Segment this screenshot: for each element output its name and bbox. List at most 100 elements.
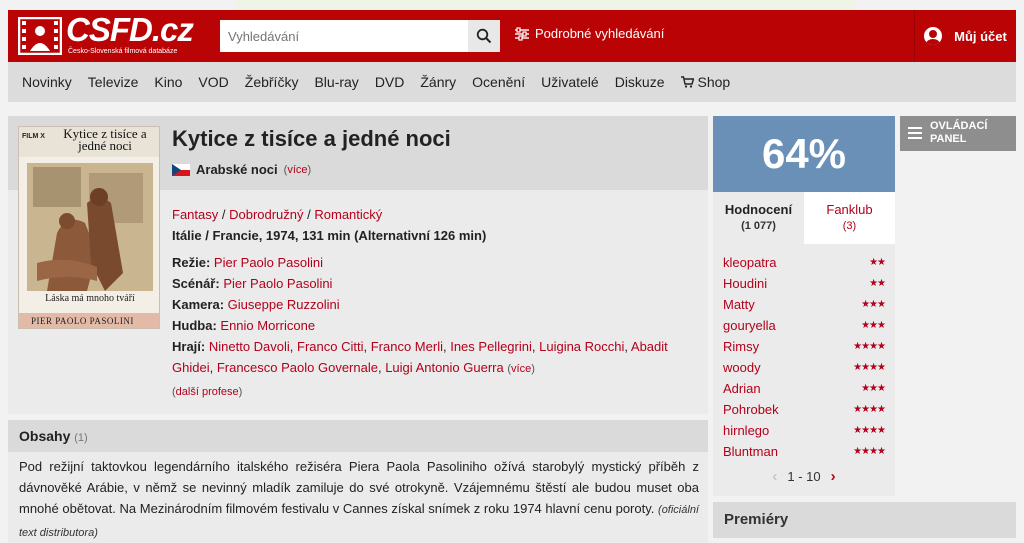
genre-link[interactable]: Dobrodružný [229, 207, 303, 222]
cast-link[interactable]: Luigi Antonio Guerra [385, 360, 504, 375]
nav-item-vod[interactable]: VOD [198, 74, 228, 90]
cast-link[interactable]: Francesco Paolo Governale [217, 360, 378, 375]
user-icon [924, 27, 943, 45]
chevron-left-icon[interactable]: ‹ [772, 468, 777, 485]
crew-music: Hudba: Ennio Morricone [172, 315, 702, 336]
user-rating-name[interactable]: Rimsy [723, 339, 759, 354]
tab-fanclub[interactable]: Fanklub (3) [804, 192, 895, 244]
crew-music-label: Hudba: [172, 318, 217, 333]
nav-item-shop-label: Shop [697, 74, 731, 90]
crew-director-link[interactable]: Pier Paolo Pasolini [214, 255, 323, 270]
poster-image [27, 163, 153, 291]
tab-ratings-count: (1 077) [741, 220, 776, 232]
nav-item-oceneni[interactable]: Ocenění [472, 74, 525, 90]
menu-icon [908, 127, 922, 139]
nav-item-kino[interactable]: Kino [154, 74, 182, 90]
film-genres: Fantasy / Dobrodružný / Romantický [172, 207, 383, 222]
more-professions-link[interactable]: další profese [176, 386, 239, 398]
rating-percent: 64% [713, 116, 895, 192]
user-rating-name[interactable]: Adrian [723, 381, 761, 396]
cast-more-link[interactable]: více [511, 363, 531, 375]
plot-heading: Obsahy (1) [8, 420, 708, 452]
user-rating-name[interactable]: gouryella [723, 318, 776, 333]
search-button[interactable] [468, 20, 500, 52]
star-rating-icon: ★★★ [861, 383, 886, 394]
user-rating-name[interactable]: Bluntman [723, 444, 778, 459]
plot-text: Pod režijní taktovkou legendárního itals… [19, 456, 699, 543]
search-box [220, 20, 500, 52]
alt-title-more-link[interactable]: více [287, 164, 307, 176]
account-button[interactable]: Můj účet [914, 10, 1016, 62]
cast-link[interactable]: Franco Merli [371, 339, 443, 354]
user-rating-name[interactable]: Matty [723, 297, 755, 312]
tab-ratings-label: Hodnocení [724, 202, 793, 217]
star-rating-icon: ★★ [869, 278, 886, 289]
genre-link[interactable]: Romantický [314, 207, 382, 222]
poster-title: Kytice z tisíce a jedné noci [63, 126, 147, 153]
film-detail-box: FILM X Kytice z tisíce a jedné noci Lásk… [8, 116, 708, 414]
user-rating-row: hirnlego ★★★★ [713, 420, 895, 441]
crew-camera-label: Kamera: [172, 297, 225, 312]
crew-director: Režie: Pier Paolo Pasolini [172, 252, 702, 273]
nav-item-bluray[interactable]: Blu-ray [314, 74, 358, 90]
user-rating-row: Pohrobek ★★★★ [713, 399, 895, 420]
nav-item-zebricky[interactable]: Žebříčky [245, 74, 299, 90]
cast-link[interactable]: Franco Citti [297, 339, 363, 354]
cast-link[interactable]: Ines Pellegrini [450, 339, 532, 354]
nav-item-zanry[interactable]: Žánry [420, 74, 456, 90]
star-rating-icon: ★★★★ [853, 425, 886, 436]
tab-fanclub-count: (3) [842, 220, 857, 232]
nav-item-novinky[interactable]: Novinky [22, 74, 72, 90]
advanced-search-label: Podrobné vyhledávání [535, 26, 665, 41]
rating-box: 64% Hodnocení (1 077) Fanklub (3) kleopa… [713, 116, 895, 496]
nav-item-diskuze[interactable]: Diskuze [615, 74, 665, 90]
user-rating-name[interactable]: woody [723, 360, 761, 375]
crew-writer: Scénář: Pier Paolo Pasolini [172, 273, 702, 294]
crew-music-link[interactable]: Ennio Morricone [220, 318, 315, 333]
logo-subtitle: Česko-Slovenská filmová databáze [68, 48, 178, 55]
czech-flag-icon [172, 163, 190, 176]
chevron-right-icon[interactable]: › [831, 468, 836, 485]
star-rating-icon: ★★ [869, 257, 886, 268]
crew-camera-link[interactable]: Giuseppe Ruzzolini [228, 297, 340, 312]
user-rating-row: Matty ★★★ [713, 294, 895, 315]
genre-link[interactable]: Fantasy [172, 207, 218, 222]
advanced-search-link[interactable]: Podrobné vyhledávání [514, 26, 664, 41]
nav-item-dvd[interactable]: DVD [375, 74, 405, 90]
tab-fanclub-label: Fanklub [826, 202, 873, 217]
site-logo[interactable]: CSFD.cz Česko-Slovenská filmová databáze [18, 11, 194, 59]
film-origin: Itálie / Francie, 1974, 131 min (Alterna… [172, 228, 487, 243]
user-rating-row: Bluntman ★★★★ [713, 441, 895, 462]
user-rating-name[interactable]: Pohrobek [723, 402, 779, 417]
cast-link[interactable]: Luigina Rocchi [539, 339, 624, 354]
plot-body: Pod režijní taktovkou legendárního itals… [19, 459, 699, 516]
plot-heading-text: Obsahy [19, 428, 71, 444]
crew-writer-link[interactable]: Pier Paolo Pasolini [223, 276, 332, 291]
plot-box: Obsahy (1) Pod režijní taktovkou legendá… [8, 420, 708, 543]
user-rating-row: woody ★★★★ [713, 357, 895, 378]
star-rating-icon: ★★★ [861, 299, 886, 310]
cast-link[interactable]: Ninetto Davoli [209, 339, 290, 354]
star-rating-icon: ★★★★ [853, 446, 886, 457]
user-rating-name[interactable]: hirnlego [723, 423, 769, 438]
crew-camera: Kamera: Giuseppe Ruzzolini [172, 294, 702, 315]
control-panel-button[interactable]: OVLÁDACÍ PANEL [900, 116, 1016, 151]
control-panel-label: OVLÁDACÍ PANEL [930, 120, 988, 145]
sliders-icon [515, 26, 529, 41]
premiery-heading[interactable]: Premiéry [713, 502, 1016, 538]
poster-artwork [27, 163, 153, 291]
top-strip-highlight [235, 0, 855, 10]
tab-ratings[interactable]: Hodnocení (1 077) [713, 192, 804, 244]
nav-item-televize[interactable]: Televize [88, 74, 139, 90]
crew-director-label: Režie: [172, 255, 211, 270]
more-professions: (další profese) [172, 386, 243, 398]
ratings-pager: ‹ 1 - 10 › [713, 468, 895, 485]
nav-item-uzivatele[interactable]: Uživatelé [541, 74, 599, 90]
pager-range: 1 - 10 [787, 469, 821, 484]
film-poster[interactable]: FILM X Kytice z tisíce a jedné noci Lásk… [18, 126, 160, 329]
nav-item-shop[interactable]: Shop [680, 74, 731, 90]
search-input[interactable] [220, 20, 468, 52]
user-rating-name[interactable]: Houdini [723, 276, 767, 291]
star-rating-icon: ★★★ [861, 320, 886, 331]
user-rating-name[interactable]: kleopatra [723, 255, 776, 270]
